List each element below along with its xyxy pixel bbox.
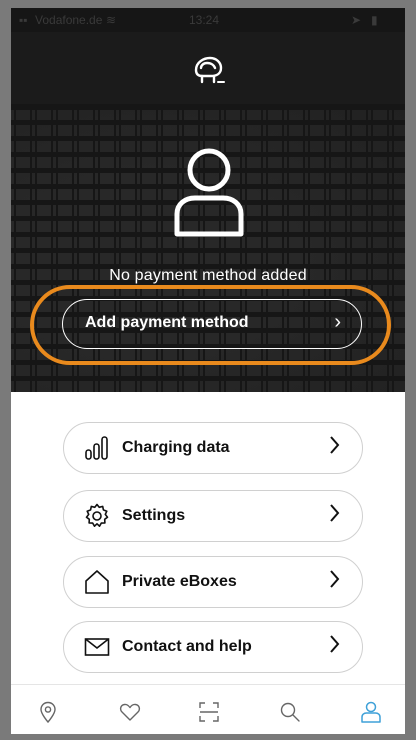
menu-item-private-eboxes[interactable]: Private eBoxes [63, 556, 363, 608]
location-pin-icon[interactable] [37, 701, 59, 723]
menu-item-label: Charging data [122, 439, 230, 456]
carrier-label: Vodafone.de [35, 13, 103, 27]
location-arrow-icon: ➤ [351, 13, 362, 27]
gear-icon [85, 503, 109, 527]
wifi-icon: ≋ [106, 13, 117, 27]
chevron-right-icon [330, 570, 340, 588]
house-icon [85, 570, 109, 594]
bottom-navigation [11, 684, 405, 734]
highlight-ring [30, 285, 391, 365]
profile-icon[interactable] [360, 701, 382, 723]
user-avatar-icon [174, 148, 244, 237]
app-logo-icon [194, 56, 225, 84]
menu-item-settings[interactable]: Settings [63, 490, 363, 542]
chevron-right-icon [330, 436, 340, 454]
envelope-icon [84, 638, 110, 656]
menu-item-label: Private eBoxes [122, 573, 237, 590]
menu-item-charging-data[interactable]: Charging data [63, 422, 363, 474]
app-screen: ▪▪ Vodafone.de ≋ 13:24 ➤ ▮ No payment me… [11, 8, 405, 734]
scan-icon[interactable] [198, 701, 220, 723]
clock: 13:24 [189, 13, 220, 27]
menu-item-contact-help[interactable]: Contact and help [63, 621, 363, 673]
chevron-right-icon [330, 635, 340, 653]
menu-item-label: Contact and help [122, 638, 252, 655]
signal-icon: ▪▪ [19, 13, 28, 27]
heart-icon[interactable] [119, 701, 141, 723]
status-bar: ▪▪ Vodafone.de ≋ 13:24 ➤ ▮ [11, 8, 405, 32]
bar-chart-icon [85, 436, 108, 460]
menu-item-label: Settings [122, 507, 186, 524]
search-icon[interactable] [279, 701, 301, 723]
no-payment-text: No payment method added [109, 267, 307, 284]
battery-icon: ▮ [371, 13, 378, 27]
chevron-right-icon [330, 504, 340, 522]
